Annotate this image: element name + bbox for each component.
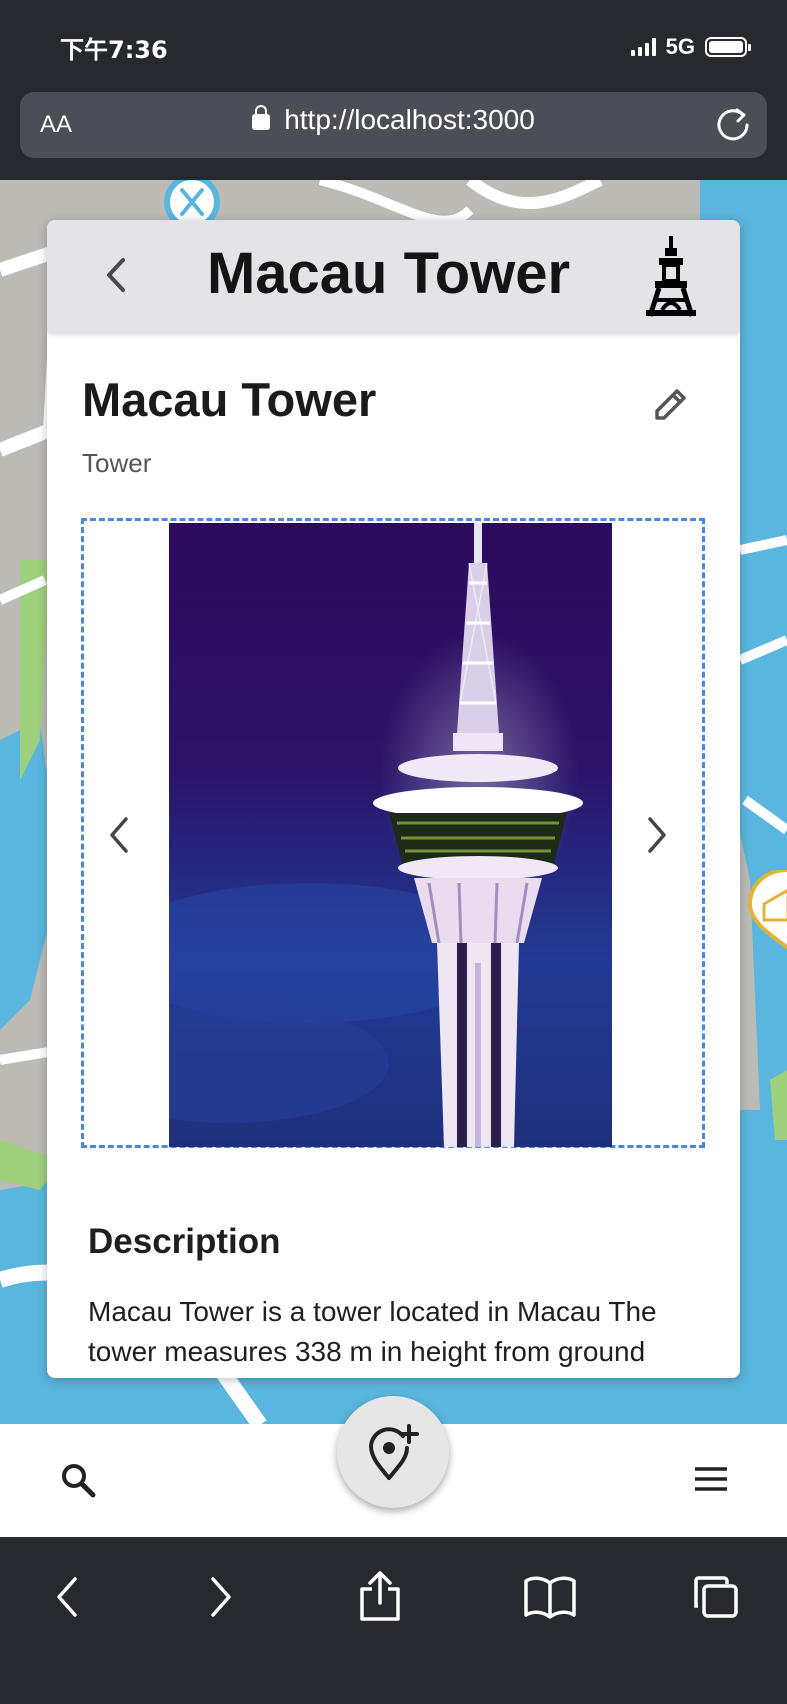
add-location-icon	[368, 1424, 419, 1480]
chevron-left-icon	[57, 1577, 77, 1617]
card-header: Macau Tower	[47, 220, 740, 332]
status-indicators: 5G	[630, 34, 751, 60]
hamburger-icon[interactable]	[693, 1464, 729, 1494]
url-field[interactable]: http://localhost:3000	[20, 104, 767, 136]
carousel-next-icon[interactable]	[642, 813, 672, 857]
status-time: 下午7:36	[60, 36, 168, 64]
tabs-button[interactable]	[686, 1567, 746, 1627]
chevron-right-icon	[211, 1577, 231, 1617]
reload-icon[interactable]	[713, 105, 753, 145]
place-photo[interactable]	[169, 523, 612, 1147]
tabs-icon	[694, 1576, 738, 1618]
pencil-icon[interactable]	[652, 385, 690, 423]
photo-carousel[interactable]	[81, 518, 705, 1148]
add-place-button[interactable]	[337, 1396, 449, 1508]
description-text: Macau Tower is a tower located in Macau …	[88, 1296, 657, 1367]
url-text: http://localhost:3000	[284, 104, 535, 135]
bookmarks-button[interactable]	[520, 1567, 580, 1627]
battery-icon	[705, 37, 751, 57]
tower-photo-image	[169, 523, 583, 1147]
share-button[interactable]	[350, 1567, 410, 1627]
tower-icon	[646, 236, 696, 317]
search-icon[interactable]	[58, 1460, 98, 1500]
address-bar[interactable]: AA http://localhost:3000	[20, 92, 767, 158]
building-marker-icon[interactable]	[748, 870, 787, 950]
lock-icon	[252, 105, 271, 130]
place-type: Tower	[82, 448, 152, 478]
browser-forward-button[interactable]	[190, 1567, 250, 1627]
place-name: Macau Tower	[82, 373, 377, 426]
share-icon	[360, 1571, 400, 1621]
book-icon	[524, 1576, 576, 1619]
carousel-prev-icon[interactable]	[104, 813, 134, 857]
header-title: Macau Tower	[206, 241, 571, 306]
network-label: 5G	[665, 34, 695, 59]
description-heading: Description	[88, 1222, 281, 1261]
phone-screen: 下午7:36 5G AA http://localhost:3000 Macau…	[0, 0, 787, 1704]
signal-icon	[630, 38, 656, 56]
browser-back-button[interactable]	[38, 1567, 98, 1627]
place-detail-card: Macau Tower Macau Tower Tower Descriptio…	[47, 220, 740, 1378]
browser-toolbar	[0, 1537, 787, 1704]
browser-top-chrome: 下午7:36 5G AA http://localhost:3000	[0, 0, 787, 180]
